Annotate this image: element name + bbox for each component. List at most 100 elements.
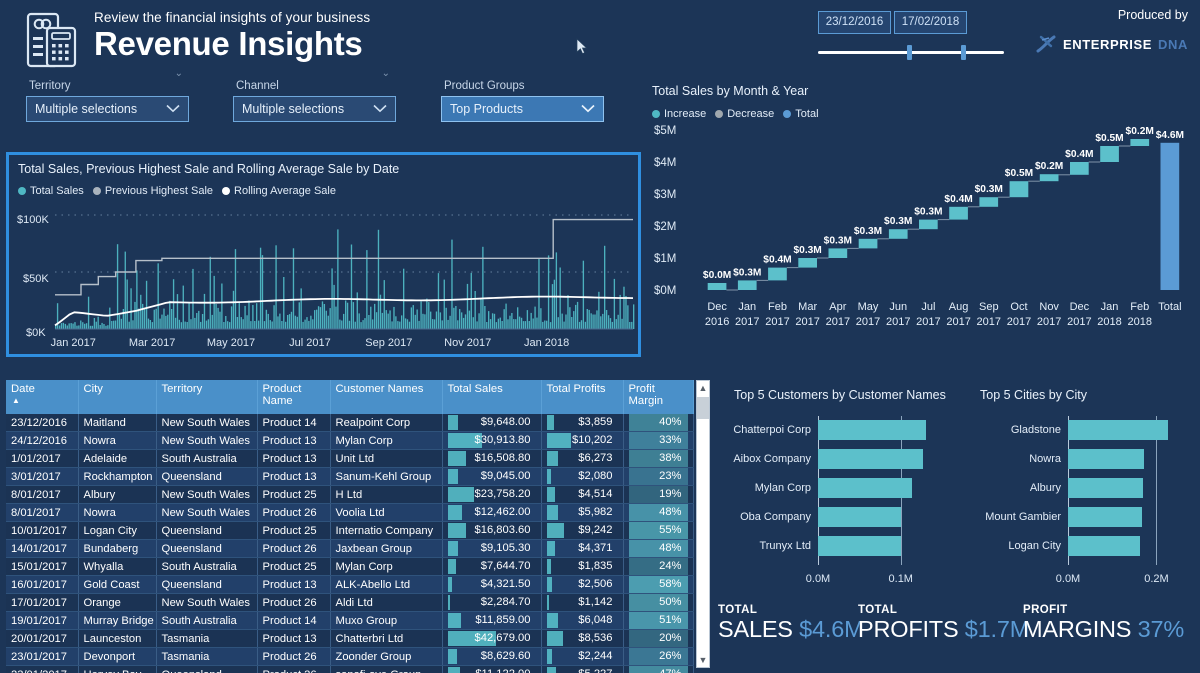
table-row[interactable]: 17/01/2017 Orange New South Wales Product 2… xyxy=(6,593,694,612)
cell-product: Product 26 xyxy=(257,503,331,522)
bar[interactable] xyxy=(818,507,901,527)
slicer-channel-dropdown[interactable]: Multiple selections xyxy=(233,96,396,122)
table-header-product-name[interactable]: Product Name xyxy=(257,380,331,414)
bar[interactable] xyxy=(818,420,927,440)
slicer-channel-header-chevron[interactable]: ⌄ xyxy=(382,68,390,79)
slicer-channel[interactable]: Channel Multiple selections ⌄ xyxy=(233,68,396,122)
cell-territory: New South Wales xyxy=(156,414,258,432)
chevron-down-icon[interactable] xyxy=(373,97,387,121)
cell-territory: Tasmania xyxy=(156,629,258,648)
date-end-chip[interactable]: 17/02/2018 xyxy=(894,11,967,34)
bar[interactable] xyxy=(1068,449,1145,469)
line-x-tick: May 2017 xyxy=(206,337,256,349)
table-header-date[interactable]: Date ▲ xyxy=(6,380,79,414)
cell-value: $42,679.00 xyxy=(474,632,531,644)
legend-label: Rolling Average Sale xyxy=(234,185,336,197)
table-row[interactable]: 23/01/2017Hervey BayQueenslandProduct 26… xyxy=(6,665,694,673)
date-range-slicer[interactable]: 23/12/2016 17/02/2018 xyxy=(818,11,1006,63)
slicer-territory[interactable]: Territory Multiple selections ⌄ xyxy=(26,68,189,122)
waterfall-chart[interactable]: Total Sales by Month & Year Increase Dec… xyxy=(650,82,1195,357)
top-cities-chart[interactable]: Top 5 Cities by City Gladstone Nowra Albur… xyxy=(958,380,1198,595)
bar[interactable] xyxy=(818,536,901,556)
kpi-total-sales-body: SALES $4.6M xyxy=(718,616,864,643)
kpi-profit-margins-value: 37% xyxy=(1137,616,1185,642)
table-row[interactable]: 16/01/2017 Gold Coast Queensland Product 13… xyxy=(6,575,694,594)
slicer-territory-header-chevron[interactable]: ⌄ xyxy=(175,68,183,79)
data-bar xyxy=(447,595,451,610)
cell-profits: $5,227 xyxy=(541,665,624,673)
table-row[interactable]: 20/01/2017 Launceston Tasmania Product 13 Ch… xyxy=(6,629,694,648)
line-chart-panel[interactable]: Total Sales, Previous Highest Sale and R… xyxy=(6,152,641,357)
legend-item-previous-highest-sale[interactable]: Previous Highest Sale xyxy=(92,185,213,197)
line-chart-title: Total Sales, Previous Highest Sale and R… xyxy=(18,162,400,176)
chevron-down-icon[interactable] xyxy=(166,97,180,121)
cell-territory: Queensland xyxy=(156,521,258,540)
scroll-down-arrow-icon[interactable]: ▼ xyxy=(697,653,709,667)
line-chart-plot xyxy=(54,214,635,330)
data-bar xyxy=(447,613,462,628)
table-row[interactable]: 23/12/2016 Maitland New South Wales Product… xyxy=(6,414,694,432)
date-start-chip[interactable]: 23/12/2016 xyxy=(818,11,891,34)
slicer-product-groups-dropdown[interactable]: Top Products xyxy=(441,96,604,122)
table-header-customer-names[interactable]: Customer Names xyxy=(330,380,443,414)
cell-product: Product 26 xyxy=(257,539,331,558)
table-row[interactable]: 3/01/2017 Rockhampton Queensland Product 13… xyxy=(6,467,694,486)
legend-item-total-sales[interactable]: Total Sales xyxy=(18,185,84,197)
details-table[interactable]: Date ▲ City Territory Product Name Customer N… xyxy=(6,380,712,673)
dashboard-root: Review the financial insights of your bu… xyxy=(0,0,1200,673)
legend-item-rolling-average-sale[interactable]: Rolling Average Sale xyxy=(222,185,336,197)
table-row[interactable]: 1/01/2017 Adelaide South Australia Product … xyxy=(6,449,694,468)
cell-profits: $1,142 xyxy=(541,593,624,612)
table-row[interactable]: 10/01/2017 Logan City Queensland Product 25… xyxy=(6,521,694,540)
date-slider-handle-start[interactable] xyxy=(907,45,912,60)
bar[interactable] xyxy=(818,449,924,469)
bar[interactable] xyxy=(1068,536,1141,556)
cell-sales: $12,462.00 xyxy=(442,503,542,522)
bar[interactable] xyxy=(1068,507,1142,527)
bar[interactable] xyxy=(1068,478,1144,498)
table-header-total-profits[interactable]: Total Profits xyxy=(541,380,624,414)
cell-value: 20% xyxy=(659,632,682,644)
cell-profits: $2,506 xyxy=(541,575,624,594)
waterfall-data-label: $0.0M xyxy=(703,270,731,281)
bar[interactable] xyxy=(818,478,912,498)
table-header-territory[interactable]: Territory xyxy=(156,380,258,414)
slicer-territory-dropdown[interactable]: Multiple selections xyxy=(26,96,189,122)
cell-value: $8,536 xyxy=(578,632,613,644)
cell-profits: $5,982 xyxy=(541,503,624,522)
cell-date: 10/01/2017 xyxy=(6,521,79,540)
table-row[interactable]: 24/12/2016 Nowra New South Wales Product 13… xyxy=(6,431,694,450)
waterfall-data-label: $0.5M xyxy=(1095,133,1123,144)
table-header-profit-margin[interactable]: Profit Margin xyxy=(623,380,694,414)
table-row[interactable]: 8/01/2017 Albury New South Wales Product 25… xyxy=(6,485,694,504)
date-slider-handle-end[interactable] xyxy=(961,45,966,60)
waterfall-y-tick: $5M xyxy=(654,125,676,137)
cell-date: 14/01/2017 xyxy=(6,539,79,558)
table-row[interactable]: 14/01/2017 Bundaberg Queensland Product 26 J… xyxy=(6,539,694,558)
scrollbar-thumb[interactable] xyxy=(697,397,709,419)
waterfall-data-label: $0.3M xyxy=(914,207,942,218)
data-bar xyxy=(447,415,459,430)
scroll-up-arrow-icon[interactable]: ▲ xyxy=(697,381,709,395)
table-row[interactable]: 15/01/2017 Whyalla South Australia Product … xyxy=(6,557,694,576)
table-header-total-sales[interactable]: Total Sales xyxy=(442,380,542,414)
table-row[interactable]: 23/01/2017 Devonport Tasmania Product 26 Zoo… xyxy=(6,647,694,666)
table-row[interactable]: 8/01/2017 Nowra New South Wales Product 26 V… xyxy=(6,503,694,522)
cell-product: Product 25 xyxy=(257,521,331,540)
line-y-tick-100k: $100K xyxy=(17,214,49,226)
cell-sales: $30,913.80 xyxy=(442,431,542,450)
table-row[interactable]: 19/01/2017 Murray Bridge South Australia Pr… xyxy=(6,611,694,630)
waterfall-y-tick: $2M xyxy=(654,221,676,233)
cell-value: $9,242 xyxy=(578,524,613,536)
table-header-city[interactable]: City xyxy=(78,380,157,414)
table-vertical-scrollbar[interactable]: ▲ ▼ xyxy=(696,380,710,668)
waterfall-x-year: 2017 xyxy=(856,316,880,328)
top-customers-chart[interactable]: Top 5 Customers by Customer Names Chatte… xyxy=(718,380,953,595)
produced-by-label: Produced by xyxy=(1117,8,1188,22)
slicer-product-groups[interactable]: Product Groups Top Products xyxy=(441,80,604,122)
cell-value: $8,629.60 xyxy=(480,650,531,662)
chevron-down-icon[interactable] xyxy=(581,97,595,121)
bar[interactable] xyxy=(1068,420,1169,440)
cell-city: Hervey Bay xyxy=(78,665,157,673)
kpi-total-sales-value: $4.6M xyxy=(799,616,864,642)
